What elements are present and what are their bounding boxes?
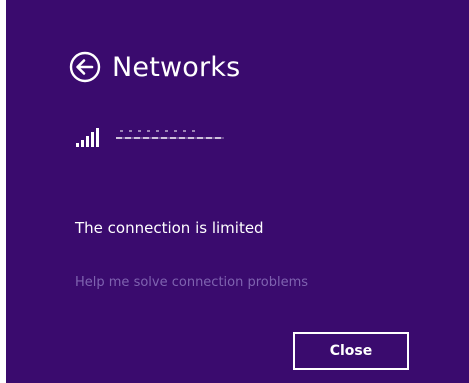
network-item[interactable] xyxy=(76,126,226,148)
networks-header: Networks xyxy=(68,50,240,84)
wifi-signal-icon xyxy=(76,128,99,147)
help-link[interactable]: Help me solve connection problems xyxy=(75,275,308,290)
close-button[interactable]: Close xyxy=(293,332,409,370)
connection-status: The connection is limited xyxy=(75,219,264,237)
page-title: Networks xyxy=(112,51,241,83)
network-name-redacted-top xyxy=(120,130,200,132)
network-name xyxy=(116,130,226,144)
back-button[interactable] xyxy=(68,50,102,84)
back-arrow-icon xyxy=(69,51,101,83)
network-name-redacted xyxy=(116,137,224,139)
networks-panel: Networks The connection is limited Help … xyxy=(6,0,469,383)
